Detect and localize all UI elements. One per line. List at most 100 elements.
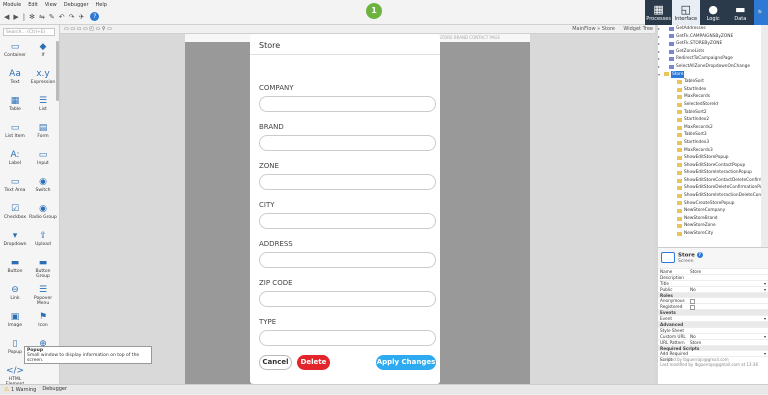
toolbox-widget[interactable]: ▭ Container [1,41,29,58]
tree-item[interactable]: ▸ GetFk.CAMPAIGNSByZONE [658,33,768,41]
tree-item[interactable]: StartIndex [658,86,768,94]
toolbox-search-input[interactable]: Search... (Ctrl+E) [3,28,55,36]
menu-item[interactable]: Edit [28,2,38,8]
field-input-type[interactable] [259,330,436,346]
tab-interface[interactable]: ◱ Interface [672,0,700,25]
tree-item[interactable]: SelectedStoreId [658,101,768,109]
toolbox-widget[interactable]: ⊖ Link [1,284,29,301]
property-value[interactable]: Store [690,340,768,345]
redo-icon[interactable]: ↷ [69,13,75,21]
expand-icon[interactable]: ▸ [658,55,663,63]
gear-icon[interactable]: ✻ [29,13,35,21]
delete-button[interactable]: Delete [297,355,330,370]
widget-tree-toggle[interactable]: Widget Tree [623,26,653,32]
toolbox-widget[interactable]: ◆ If [29,41,57,58]
tree-item[interactable]: StartIndex3 [658,139,768,147]
field-input-brand[interactable] [259,135,436,151]
undo-icon[interactable]: ↶ [59,13,65,21]
toolbox-widget[interactable]: Aa Text [1,68,29,85]
property-value[interactable] [690,328,768,333]
property-value[interactable] [690,316,768,322]
menu-item[interactable]: Module [3,2,21,8]
tree-item[interactable]: TableSort2 [658,109,768,117]
tree-item[interactable]: ShowEditStorePopup [658,154,768,162]
expand-icon[interactable]: ▸ [658,33,663,41]
device-icons[interactable]: ▭ ▭ ▭ ▭ ◰ ▭ ⚲ ▭ [64,26,112,32]
property-value[interactable] [690,304,768,310]
toolbox-widget[interactable]: ▬ Button [1,257,29,274]
expand-icon[interactable]: ▸ [658,25,663,33]
toolbox-widget[interactable]: ▣ Image [1,311,29,328]
toolbox-widget[interactable]: ▤ Form [29,122,57,139]
forward-icon[interactable]: ▶ [13,13,18,21]
toolbox-widget[interactable]: ☰ List [29,95,57,112]
publish-count-badge[interactable]: 1 [366,3,382,19]
compare-icon[interactable]: ✎ [49,13,55,21]
property-value[interactable] [690,275,768,280]
merge-icon[interactable]: ⇋ [39,13,45,21]
tree-item[interactable]: NewStoreCity [658,230,768,238]
toolbox-widget[interactable]: ◉ Switch [29,176,57,193]
toolbox-widget[interactable]: ▾ Dropdown [1,230,29,247]
tree-item[interactable]: ShowEditStoreInteractionPopup [658,169,768,177]
property-value[interactable]: No [690,287,768,293]
toolbox-widget[interactable]: ⚑ Icon [29,311,57,328]
toolbox-widget[interactable]: ▭ Input [29,149,57,166]
tab-data[interactable]: ▬ Data [727,0,754,25]
menu-item[interactable]: Help [96,2,107,8]
field-input-zip-code[interactable] [259,291,436,307]
tree-item[interactable]: NewStoreCompany [658,207,768,215]
tree-item[interactable]: NewStoreZone [658,222,768,230]
field-input-city[interactable] [259,213,436,229]
toolbox-widget[interactable]: A: Label [1,149,29,166]
toolbox-widget[interactable]: ▭ List Item [1,122,29,139]
warnings-tab[interactable]: ⚠ 1 Warning [0,385,36,394]
tree-item[interactable]: ShowEditStoreContactPopup [658,162,768,170]
cancel-button[interactable]: Cancel [259,355,292,370]
property-value[interactable]: Store [690,269,768,274]
apply-changes-button[interactable]: Apply Changes [376,355,436,370]
menu-item[interactable]: Debugger [64,2,89,8]
toolbox-widget[interactable]: ▭ Text Area [1,176,29,193]
tree-item[interactable]: MaxRecords2 [658,124,768,132]
tree-item[interactable]: TableSort3 [658,131,768,139]
tree-item[interactable]: ShowEditStoreInteractionDeleteConfirmati… [658,192,768,200]
tree-item[interactable]: ShowCreateStorePopup [658,200,768,208]
property-value[interactable] [690,298,768,304]
tab-processes[interactable]: ▦ Processes [645,0,672,25]
publish-icon[interactable]: ✈ [79,13,85,21]
checkbox[interactable] [690,298,695,304]
property-value[interactable] [690,351,768,357]
tree-item[interactable]: ▸ RedirectToCampaignsPage [658,55,768,63]
tree-item[interactable]: ▸ SelectAllZoneDropdownOnChange [658,63,768,71]
toolbox-widget[interactable]: x.y Expression [29,68,57,85]
debugger-tab[interactable]: Debugger [42,385,67,394]
expand-icon[interactable]: ▾ [658,71,663,79]
help-icon[interactable]: ? [696,252,703,258]
tree-item[interactable]: ShowEditStoreContactDeleteConfirmation [658,177,768,185]
tree-scrollbar[interactable] [761,25,768,247]
menu-item[interactable]: View [45,2,57,8]
expand-icon[interactable]: ▸ [658,63,663,71]
tree-item[interactable]: ShowEditStoreDeleteConfirmationPopup [658,184,768,192]
tree-item[interactable]: TableSort [658,78,768,86]
tree-item[interactable]: MaxRecords [658,93,768,101]
back-icon[interactable]: ◀ [4,13,9,21]
field-input-address[interactable] [259,252,436,268]
tree-item[interactable]: ▾ Store [658,70,768,79]
tree-item[interactable]: ▸ GetFk.STOREByZONE [658,40,768,48]
toolbox-widget[interactable]: ☑ Checkbox [1,203,29,220]
tree-item[interactable]: ▸ GetZoneLists [658,48,768,56]
tab-logic[interactable]: ● Logic [700,0,727,25]
tree-item[interactable]: MaxRecords3 [658,147,768,155]
help-icon[interactable]: ? [90,12,100,21]
property-value[interactable] [690,281,768,287]
toolbox-widget[interactable]: ◉ Radio Group [29,203,57,220]
toolbox-widget[interactable]: ⇪ Upload [29,230,57,247]
search-icon[interactable]: 🔍 [754,0,768,25]
field-input-company[interactable] [259,96,436,112]
toolbox-widget[interactable]: ▦ Table [1,95,29,112]
expand-icon[interactable]: ▸ [658,40,663,48]
property-value[interactable]: No [690,334,768,340]
toolbox-widget[interactable]: ☰ Popover Menu [29,284,57,306]
